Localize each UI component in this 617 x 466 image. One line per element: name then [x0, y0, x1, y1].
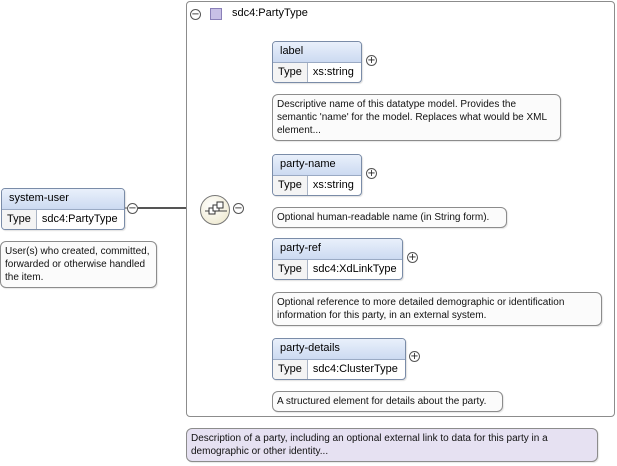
child-annotation: A structured element for details about t…	[272, 391, 503, 412]
collapse-toggle-icon[interactable]: −	[190, 9, 201, 20]
type-key-label: Type	[2, 210, 37, 229]
child-element-label[interactable]: label Type xs:string	[272, 41, 362, 83]
type-title: sdc4:PartyType	[232, 7, 308, 19]
child-element-party-details[interactable]: party-details Type sdc4:ClusterType	[272, 338, 406, 380]
type-value: sdc4:PartyType	[41, 213, 118, 225]
type-annotation: Description of a party, including an opt…	[186, 428, 598, 462]
type-value: xs:string	[312, 66, 354, 78]
element-name: system-user	[2, 189, 124, 210]
type-key-label: Type	[273, 260, 308, 279]
collapse-toggle-icon[interactable]: −	[233, 203, 244, 214]
type-value: xs:string	[312, 179, 354, 191]
child-annotation: Optional reference to more detailed demo…	[272, 292, 602, 326]
expand-toggle-icon[interactable]: +	[366, 55, 377, 66]
child-annotation: Descriptive name of this datatype model.…	[272, 94, 561, 141]
element-name: party-details	[273, 339, 405, 360]
type-value: sdc4:ClusterType	[312, 363, 398, 375]
expand-toggle-icon[interactable]: +	[409, 351, 420, 362]
type-key-label: Type	[273, 360, 308, 379]
root-annotation: User(s) who created, committed, forwarde…	[0, 241, 157, 288]
expand-toggle-icon[interactable]: +	[407, 252, 418, 263]
expand-toggle-icon[interactable]: +	[366, 168, 377, 179]
element-name: party-name	[273, 155, 361, 176]
type-key-label: Type	[273, 176, 308, 195]
element-name: label	[273, 42, 361, 63]
root-element-system-user[interactable]: system-user Type sdc4:PartyType	[1, 188, 125, 230]
type-key-label: Type	[273, 63, 308, 82]
complex-type-icon	[210, 8, 222, 20]
child-element-party-ref[interactable]: party-ref Type sdc4:XdLinkType	[272, 238, 403, 280]
collapse-toggle-icon[interactable]: −	[127, 203, 138, 214]
element-name: party-ref	[273, 239, 402, 260]
child-element-party-name[interactable]: party-name Type xs:string	[272, 154, 362, 196]
sequence-compositor-icon[interactable]	[200, 195, 230, 225]
type-value: sdc4:XdLinkType	[312, 263, 397, 275]
child-annotation: Optional human-readable name (in String …	[272, 207, 507, 228]
